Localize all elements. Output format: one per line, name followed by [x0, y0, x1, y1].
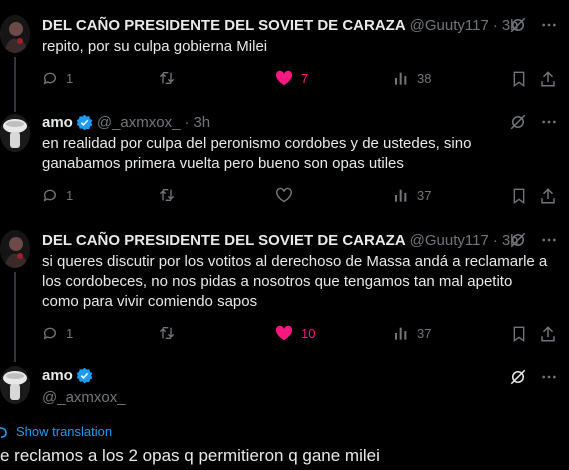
username[interactable]: @_axmxox_ [42, 389, 126, 406]
show-translation-label[interactable]: Show translation [16, 424, 112, 439]
views-icon [395, 72, 407, 85]
show-translation-link[interactable]: Show translation [0, 424, 112, 439]
tweet-header: amo @_axmxox_ · 3h [42, 112, 210, 132]
reply-button[interactable]: 1 [42, 325, 73, 341]
bookmark-icon [513, 326, 525, 342]
reply-icon [43, 72, 56, 85]
username[interactable]: @Guuty117 [410, 232, 489, 249]
translate-icon [0, 426, 7, 438]
tweet-text: repito, por su culpa gobierna Milei [42, 38, 268, 55]
header-actions [509, 15, 557, 35]
header-actions [509, 230, 557, 250]
separator-dot: · [492, 16, 498, 34]
heart-icon [275, 70, 293, 86]
reply-count: 1 [66, 325, 74, 341]
separator-dot: · [492, 231, 498, 249]
retweet-button[interactable] [158, 325, 184, 341]
share-button[interactable] [539, 70, 557, 88]
share-icon [541, 71, 555, 87]
tweet-header: DEL CAÑO PRESIDENTE DEL SOVIET DE CARAZA… [42, 15, 519, 35]
views-button[interactable]: 37 [393, 325, 431, 341]
verified-icon [76, 367, 93, 384]
views-icon [395, 189, 407, 202]
action-bar: 1 10 37 [42, 325, 557, 345]
bookmark-button[interactable] [511, 325, 527, 343]
share-icon [541, 326, 555, 342]
action-bar: 1 37 [42, 187, 557, 207]
grok-icon[interactable] [509, 113, 527, 131]
header-actions [509, 112, 557, 132]
reply-icon [43, 189, 56, 202]
like-button[interactable] [275, 187, 301, 203]
avatar[interactable] [0, 366, 30, 404]
username[interactable]: @Guuty117 [410, 17, 489, 34]
like-button[interactable]: 10 [275, 325, 315, 341]
bookmark-button[interactable] [511, 70, 527, 88]
retweet-icon [159, 327, 175, 339]
bookmark-button[interactable] [511, 187, 527, 205]
views-button[interactable]: 38 [393, 70, 431, 86]
more-icon[interactable] [541, 17, 557, 33]
timestamp[interactable]: 3h [193, 114, 210, 131]
username[interactable]: @_axmxox_ [97, 114, 181, 131]
grok-icon[interactable] [509, 368, 527, 386]
heart-icon [276, 187, 292, 203]
share-button[interactable] [539, 325, 557, 343]
retweet-button[interactable] [158, 70, 184, 86]
display-name[interactable]: amo [42, 367, 93, 384]
retweet-icon [159, 189, 175, 201]
heart-icon [275, 325, 293, 341]
like-count: 10 [301, 325, 316, 341]
more-icon[interactable] [541, 114, 557, 130]
display-name-text[interactable]: amo [42, 367, 73, 384]
thread-line [14, 57, 16, 112]
view-count: 37 [417, 187, 432, 203]
grok-icon[interactable] [509, 231, 527, 249]
reply-icon [43, 327, 56, 340]
reply-count: 1 [66, 187, 74, 203]
separator-dot: · [184, 113, 190, 131]
display-name[interactable]: DEL CAÑO PRESIDENTE DEL SOVIET DE CARAZA [42, 17, 406, 34]
tweet-text: en realidad por culpa del peronismo cord… [42, 135, 472, 172]
share-button[interactable] [539, 187, 557, 205]
avatar[interactable] [0, 114, 30, 152]
avatar[interactable] [0, 15, 30, 53]
tweet-text: si queres discutir por los votitos al de… [42, 253, 548, 310]
retweet-button[interactable] [158, 187, 184, 203]
reply-button[interactable]: 1 [42, 70, 73, 86]
retweet-icon [159, 72, 175, 84]
more-icon[interactable] [541, 232, 557, 248]
share-icon [541, 188, 555, 204]
bookmark-icon [513, 188, 525, 204]
tweet-text: e reclamos a los 2 opas q permitieron q … [0, 446, 380, 465]
like-count: 7 [301, 70, 309, 86]
like-button[interactable]: 7 [275, 70, 308, 86]
avatar[interactable] [0, 230, 30, 268]
more-icon[interactable] [541, 369, 557, 385]
reply-button[interactable]: 1 [42, 187, 73, 203]
tweet-header: DEL CAÑO PRESIDENTE DEL SOVIET DE CARAZA… [42, 230, 519, 250]
view-count: 38 [417, 70, 432, 86]
views-button[interactable]: 37 [393, 187, 431, 203]
reply-count: 1 [66, 70, 74, 86]
thread-line [14, 272, 16, 362]
display-name[interactable]: amo [42, 114, 73, 131]
display-name[interactable]: DEL CAÑO PRESIDENTE DEL SOVIET DE CARAZA [42, 232, 406, 249]
views-icon [395, 327, 407, 340]
verified-icon [76, 114, 93, 131]
grok-icon[interactable] [509, 16, 527, 34]
action-bar: 1 7 38 [42, 70, 557, 90]
view-count: 37 [417, 325, 432, 341]
bookmark-icon [513, 71, 525, 87]
header-actions [509, 367, 557, 387]
